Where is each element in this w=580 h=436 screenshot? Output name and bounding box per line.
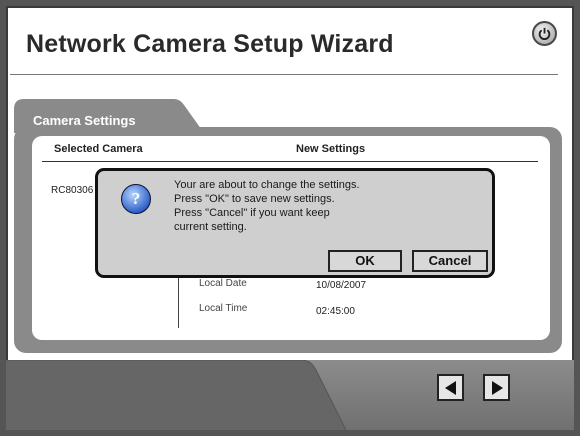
- header-divider: [42, 161, 538, 162]
- cancel-button[interactable]: Cancel: [412, 250, 488, 272]
- selected-camera-name: RC80306: [51, 185, 94, 196]
- page-title: Network Camera Setup Wizard: [26, 30, 394, 58]
- setting-value-local-date: 10/08/2007: [316, 280, 367, 291]
- panel-tab-label: Camera Settings: [33, 113, 136, 128]
- setting-label-local-date: Local Date: [199, 278, 247, 289]
- dialog-message-line-4: current setting.: [174, 221, 247, 233]
- triangle-right-icon: [491, 380, 503, 395]
- question-icon-glyph: ?: [131, 189, 141, 208]
- setting-value-local-time: 02:45:00: [316, 306, 355, 317]
- column-divider: [178, 272, 179, 328]
- column-header-new-settings: New Settings: [296, 143, 366, 155]
- dialog-message-line-2: Press "OK" to save new settings.: [174, 193, 335, 205]
- dialog-message-line-1: Your are about to change the settings.: [174, 179, 360, 191]
- back-button[interactable]: [437, 374, 464, 401]
- dialog-message-line-3: Press "Cancel" if you want keep: [174, 207, 330, 219]
- title-divider: [10, 74, 558, 75]
- question-icon: ?: [121, 184, 151, 214]
- power-button[interactable]: [532, 21, 557, 46]
- setting-label-local-time: Local Time: [199, 303, 248, 314]
- ok-button[interactable]: OK: [328, 250, 402, 272]
- next-button[interactable]: [483, 374, 510, 401]
- column-header-selected-camera: Selected Camera: [54, 143, 143, 155]
- triangle-left-icon: [444, 380, 456, 395]
- footer-tab: [6, 360, 346, 430]
- power-icon: [538, 27, 551, 40]
